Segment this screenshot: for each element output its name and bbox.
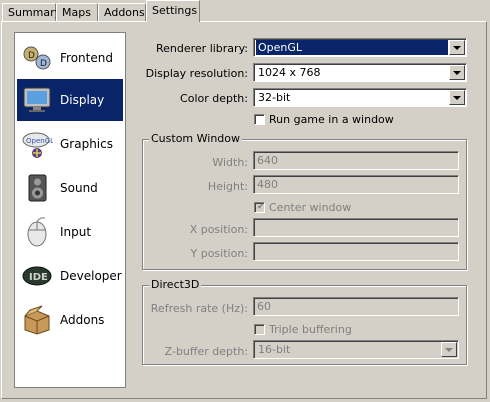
x-position-label: X position:: [189, 223, 248, 236]
chevron-down-icon: [453, 95, 461, 100]
tab-summary[interactable]: Summary: [2, 3, 61, 21]
renderer-value: OpenGL: [256, 40, 448, 55]
checkbox-box[interactable]: ✔: [254, 202, 265, 213]
checkbox-label: Triple buffering: [269, 323, 352, 336]
package-icon: [24, 305, 50, 335]
z-buffer-label: Z-buffer depth:: [164, 345, 248, 358]
dropdown-button[interactable]: [449, 40, 465, 55]
nav-label: Developer: [60, 269, 122, 283]
frontend-icon: D D: [23, 46, 51, 70]
speaker-icon: [28, 174, 47, 202]
z-buffer-value: 16-bit: [258, 343, 291, 356]
tab-addons[interactable]: Addons: [98, 3, 146, 21]
color-depth-select[interactable]: 32-bit: [253, 88, 467, 107]
nav-item-graphics[interactable]: OpenGL Graphics: [17, 123, 123, 165]
checkbox-box[interactable]: [254, 114, 265, 125]
group-title: Direct3D: [149, 278, 202, 291]
resolution-label: Display resolution:: [145, 67, 248, 80]
nav-item-input[interactable]: Input: [17, 211, 123, 253]
group-title: Custom Window: [149, 132, 243, 145]
color-depth-label: Color depth:: [180, 92, 248, 105]
chevron-down-icon: [453, 70, 461, 75]
nav-label: Addons: [60, 313, 105, 327]
tab-settings[interactable]: Settings: [146, 0, 200, 22]
y-position-field[interactable]: [253, 242, 459, 261]
checkbox-label: Center window: [269, 201, 352, 214]
y-position-label: Y position:: [190, 247, 249, 260]
nav-item-display[interactable]: Display: [17, 79, 123, 121]
checkmark-icon: ✔: [257, 202, 265, 212]
checkbox-label: Run game in a window: [269, 113, 394, 126]
tab-strip: Summary Maps Addons Settings: [0, 0, 490, 22]
ide-icon: IDE: [22, 266, 52, 286]
nav-label: Frontend: [60, 51, 113, 65]
dropdown-button[interactable]: [449, 65, 465, 80]
height-label: Height:: [207, 180, 248, 193]
svg-text:D: D: [40, 59, 47, 69]
monitor-icon: [23, 87, 51, 112]
nav-item-addons[interactable]: Addons: [17, 299, 123, 341]
height-value: 480: [257, 178, 278, 191]
checkbox-box[interactable]: [254, 324, 265, 335]
renderer-label: Renderer library:: [155, 42, 248, 55]
nav-label: Sound: [60, 181, 98, 195]
nav-label: Graphics: [60, 137, 113, 151]
resolution-select[interactable]: 1024 x 768: [253, 63, 467, 82]
chevron-down-icon: [453, 45, 461, 50]
tab-maps[interactable]: Maps: [56, 3, 98, 21]
nav-item-sound[interactable]: Sound: [17, 167, 123, 209]
refresh-rate-field[interactable]: 60: [253, 297, 459, 316]
nav-label: Display: [60, 93, 105, 107]
svg-text:D: D: [28, 51, 35, 61]
mouse-icon: [27, 217, 47, 247]
dropdown-button[interactable]: [449, 90, 465, 105]
nav-item-developer[interactable]: IDE Developer: [17, 255, 123, 297]
width-field[interactable]: 640: [253, 151, 459, 170]
nav-label: Input: [60, 225, 92, 239]
height-field[interactable]: 480: [253, 175, 459, 194]
svg-text:IDE: IDE: [29, 272, 48, 283]
triple-buffering-checkbox[interactable]: Triple buffering: [254, 323, 352, 336]
refresh-rate-value: 60: [257, 300, 271, 313]
svg-text:OpenGL: OpenGL: [26, 137, 53, 145]
width-label: Width:: [212, 156, 248, 169]
resolution-value: 1024 x 768: [258, 66, 321, 79]
refresh-rate-label: Refresh rate (Hz):: [150, 302, 248, 315]
nav-item-frontend[interactable]: D D Frontend: [17, 37, 123, 79]
chevron-down-icon: [445, 347, 453, 352]
run-in-window-checkbox[interactable]: Run game in a window: [254, 113, 394, 126]
renderer-select[interactable]: OpenGL: [253, 38, 467, 57]
x-position-field[interactable]: [253, 218, 459, 237]
opengl-icon: OpenGL: [22, 132, 53, 158]
settings-category-list: D D Frontend Display OpenGL Graphics Sou…: [14, 32, 126, 388]
z-buffer-select[interactable]: 16-bit: [253, 340, 459, 359]
dropdown-button[interactable]: [441, 342, 457, 357]
width-value: 640: [257, 154, 278, 167]
center-window-checkbox[interactable]: ✔ Center window: [254, 201, 351, 214]
color-depth-value: 32-bit: [258, 91, 291, 104]
